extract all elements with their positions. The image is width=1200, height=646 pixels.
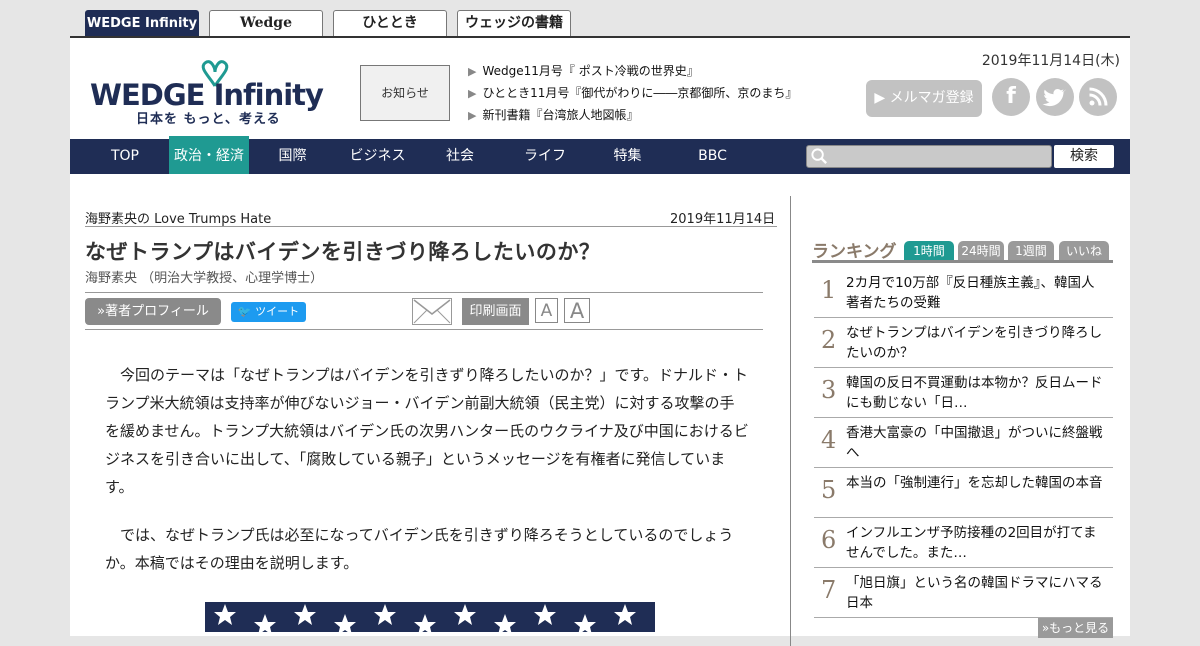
news-item-label: ひととき11月号『御代がわりに――京都御所、京のまち』 (482, 86, 798, 100)
ranking-tab-likes[interactable]: いいね (1059, 241, 1109, 261)
article-title: なぜトランプはバイデンを引きづり降ろしたいのか？ (85, 240, 601, 264)
divider (85, 329, 763, 330)
current-date: 2019年11月14日(木) (981, 53, 1120, 69)
header-news-list: ▶ Wedge11月号『 ポスト冷戦の世界史』 ▶ ひととき11月号『御代がわりに―… (468, 62, 797, 128)
main-nav: TOP 政治・経済 国際 ビジネス 社会 ライフ 特集 BBC 検索 (70, 136, 1130, 174)
ranking-item-title[interactable]: インフルエンザ予防接種の2回目が打てませんでした。また… (846, 523, 1108, 563)
ranking-item-title[interactable]: 2カ月で10万部『反日種族主義』、韓国人著者たちの受難 (846, 273, 1108, 313)
ranking-underline (812, 260, 1113, 263)
ranking-item-title[interactable]: 韓国の反日不買運動は本物か？反日ムードにも動じない「日… (846, 373, 1108, 413)
article-series[interactable]: 海野素央の Love Trumps Hate (85, 208, 271, 227)
triangle-icon: ▶ (468, 109, 477, 122)
font-size-large-button[interactable]: A (564, 298, 590, 323)
page-container: WEDGE Infinity 日本を もっと、考える お知らせ ▶ Wedge11… (70, 36, 1130, 646)
site-tab-wedge-infinity[interactable]: WEDGE Infinity (85, 10, 199, 37)
nav-item-top[interactable]: TOP (100, 139, 150, 174)
ranking-item-title[interactable]: なぜトランプはバイデンを引きづり降ろしたいのか？ (846, 323, 1108, 363)
ranking-item[interactable]: 3 韓国の反日不買運動は本物か？反日ムードにも動じない「日… (814, 368, 1113, 418)
column-divider (790, 196, 791, 646)
news-item[interactable]: ▶ ひととき11月号『御代がわりに――京都御所、京のまち』 (468, 84, 797, 106)
ranking-number: 1 (821, 276, 837, 304)
nav-item-business[interactable]: ビジネス (340, 139, 415, 174)
ranking-number: 4 (821, 426, 837, 454)
site-tab-books[interactable]: ウェッジの書籍 (457, 10, 571, 37)
facebook-icon[interactable]: f (992, 78, 1030, 116)
nav-item-life[interactable]: ライフ (515, 139, 575, 174)
article-paragraph: 今回のテーマは「なぜトランプはバイデンを引きずり降ろしたいのか？」です。ドナルド… (105, 366, 749, 496)
divider (85, 292, 763, 293)
twitter-icon[interactable] (1036, 78, 1074, 116)
ranking-item[interactable]: 1 2カ月で10万部『反日種族主義』、韓国人著者たちの受難 (814, 268, 1113, 318)
nav-item-politics-economy[interactable]: 政治・経済 (169, 136, 249, 174)
ranking-title: ランキング (812, 242, 897, 262)
ranking-tab-1w[interactable]: 1週間 (1008, 241, 1054, 261)
search-button[interactable]: 検索 (1054, 145, 1114, 168)
ranking-item-title[interactable]: 「旭日旗」という名の韓国ドラマにハマる日本 (846, 573, 1108, 613)
triangle-icon: ▶ (468, 87, 477, 100)
author-profile-button[interactable]: »著者プロフィール (85, 298, 221, 325)
mailmag-button[interactable]: ▶ メルマガ登録 (866, 80, 982, 117)
ranking-number: 2 (821, 326, 837, 354)
news-item[interactable]: ▶ Wedge11月号『 ポスト冷戦の世界史』 (468, 62, 797, 84)
news-item-label: Wedge11月号『 ポスト冷戦の世界史』 (482, 64, 699, 78)
nav-item-international[interactable]: 国際 (265, 139, 320, 174)
ranking-number: 3 (821, 376, 837, 404)
ranking-number: 6 (821, 526, 837, 554)
article-author: 海野素央 （明治大学教授、心理学博士） (85, 271, 324, 286)
font-size-small-button[interactable]: A (535, 298, 558, 323)
ranking-item[interactable]: 5 本当の「強制連行」を忘却した韓国の本音 (814, 468, 1113, 518)
ranking-number: 7 (821, 576, 837, 604)
ranking-more-button[interactable]: »もっと見る (1038, 618, 1113, 638)
ranking-tab-24h[interactable]: 24時間 (958, 241, 1004, 261)
tweet-button[interactable]: 🐦 ツイート (231, 302, 306, 322)
article-image (205, 602, 655, 632)
mailmag-label: メルマガ登録 (889, 90, 974, 106)
twitter-bird-icon: 🐦 (237, 305, 252, 318)
play-icon: ▶ (874, 90, 886, 106)
article-date: 2019年11月14日 (670, 212, 776, 227)
ranking-item[interactable]: 4 香港大富豪の「中国撤退」がついに終盤戦へ (814, 418, 1113, 468)
rss-icon[interactable] (1079, 78, 1117, 116)
news-item[interactable]: ▶ 新刊書籍『台湾旅人地図帳』 (468, 106, 797, 128)
article-paragraph: では、なぜトランプ氏は必至になってバイデン氏を引きずり降ろそうとしているのでしょ… (105, 526, 734, 572)
search-icon (811, 148, 827, 164)
ranking-tab-1h[interactable]: 1時間 (904, 241, 954, 261)
ranking-item[interactable]: 6 インフルエンザ予防接種の2回目が打てませんでした。また… (814, 518, 1113, 568)
ranking-item-title[interactable]: 本当の「強制連行」を忘却した韓国の本音 (846, 473, 1108, 493)
search-input[interactable] (806, 145, 1052, 168)
ranking-number: 5 (821, 476, 837, 504)
site-tab-wedge[interactable]: Wedge (209, 10, 323, 37)
nav-item-feature[interactable]: 特集 (600, 139, 655, 174)
nav-item-society[interactable]: 社会 (435, 139, 485, 174)
notice-button[interactable]: お知らせ (360, 65, 450, 121)
ranking-item-title[interactable]: 香港大富豪の「中国撤退」がついに終盤戦へ (846, 423, 1108, 463)
logo[interactable]: WEDGE Infinity (90, 78, 324, 112)
divider (85, 226, 777, 227)
tweet-label: ツイート (255, 305, 300, 318)
news-item-label: 新刊書籍『台湾旅人地図帳』 (482, 108, 639, 122)
ranking-item[interactable]: 7 「旭日旗」という名の韓国ドラマにハマる日本 (814, 568, 1113, 618)
triangle-icon: ▶ (468, 65, 477, 78)
nav-item-bbc[interactable]: BBC (685, 139, 740, 174)
print-button[interactable]: 印刷画面 (462, 298, 529, 325)
email-share-icon[interactable] (412, 298, 452, 325)
ranking-item[interactable]: 2 なぜトランプはバイデンを引きづり降ろしたいのか？ (814, 318, 1113, 368)
site-tab-hitotoki[interactable]: ひととき (333, 10, 447, 37)
logo-tagline: 日本を もっと、考える (136, 112, 281, 127)
